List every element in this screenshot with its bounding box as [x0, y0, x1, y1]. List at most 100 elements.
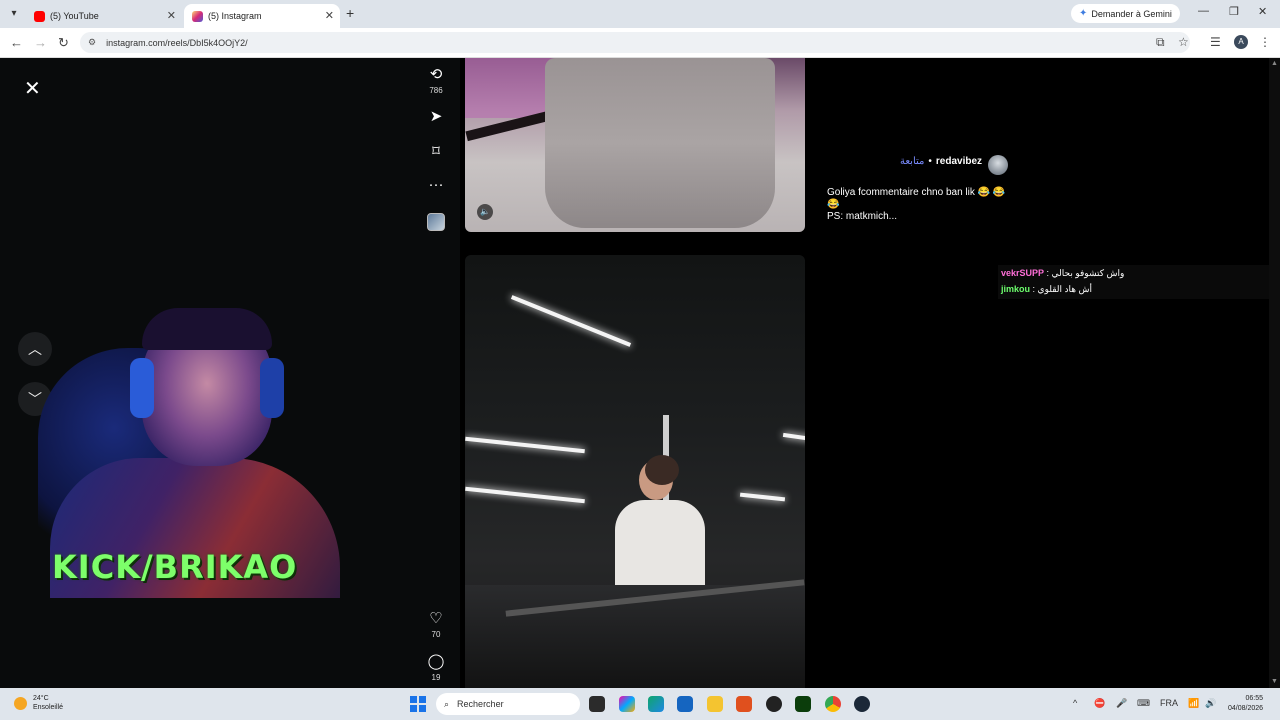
chat-username: jimkou: [1001, 284, 1031, 294]
chat-text: : واش كتشوفو بحالي: [1044, 268, 1125, 278]
tab-instagram[interactable]: (5) Instagram ✕: [184, 4, 340, 28]
browser-menu-icon[interactable]: ⋮: [1259, 35, 1271, 49]
mute-icon[interactable]: 🔈: [477, 204, 493, 220]
forward-icon[interactable]: →: [34, 35, 47, 50]
reel-background: [465, 58, 555, 118]
task-view-icon[interactable]: [589, 696, 605, 712]
caption-username[interactable]: redavibez: [936, 156, 982, 167]
ceiling-light: [465, 436, 585, 454]
tab-title: (5) YouTube: [50, 11, 99, 21]
back-icon[interactable]: ←: [10, 35, 23, 50]
minimize-icon[interactable]: —: [1198, 5, 1209, 17]
chat-message: jimkou : أش هاد القلوي: [998, 281, 1280, 297]
tray-overflow-icon[interactable]: ^: [1073, 698, 1077, 708]
chat-message: vekrSUPP : واش كتشوفو بحالي: [998, 265, 1280, 281]
caption-line[interactable]: PS: matkmich...: [827, 211, 1017, 223]
ceiling-light: [739, 492, 786, 502]
profile-avatar[interactable]: A: [1234, 35, 1248, 49]
reload-icon[interactable]: ↻: [58, 35, 69, 51]
microphone-icon[interactable]: 🎤: [1116, 698, 1127, 709]
windows-logo-pane: [410, 696, 417, 703]
headset-right: [260, 358, 284, 418]
instagram-reels-page: ✕ ︿ ﹀ KICK/BRIKAO 🔈 ⟲ 786 ➤ ⌑ ··· ♡ 70 ◯…: [0, 58, 1280, 688]
more-options-button[interactable]: ···: [422, 176, 450, 194]
avatar[interactable]: [988, 155, 1008, 175]
chrome-icon[interactable]: [825, 696, 841, 712]
gemini-icon: ✦: [1079, 8, 1088, 19]
edge-icon[interactable]: [648, 696, 664, 712]
scroll-down-arrow-icon[interactable]: ▼: [1271, 678, 1278, 685]
store-icon[interactable]: [677, 696, 693, 712]
obs-icon[interactable]: [766, 696, 782, 712]
url-field[interactable]: ⚙ instagram.com/reels/DbI5k4OOjY2/: [80, 32, 1190, 53]
copilot-icon[interactable]: [619, 696, 635, 712]
weather-desc: Ensoleillé: [33, 704, 63, 711]
follow-button[interactable]: متابعة: [900, 156, 924, 167]
share-button[interactable]: ➤: [422, 108, 450, 126]
brave-icon[interactable]: [736, 696, 752, 712]
system-clock[interactable]: 06:55 04/08/2026: [1228, 694, 1263, 714]
webcam-overlay: KICK/BRIKAO: [30, 308, 350, 598]
caption-line: 😂: [827, 199, 840, 210]
language-indicator[interactable]: FRA: [1160, 698, 1178, 708]
wifi-icon[interactable]: 📶: [1188, 698, 1199, 709]
heart-icon: ♡: [429, 610, 443, 627]
keyboard-icon[interactable]: ⌨: [1137, 698, 1150, 709]
like-button[interactable]: ♡ 70: [422, 610, 450, 639]
ceiling-light: [510, 295, 632, 347]
reel-video-current[interactable]: [465, 255, 805, 688]
page-scrollbar[interactable]: ▲ ▼: [1269, 58, 1280, 688]
reading-list-icon[interactable]: ☰: [1210, 35, 1221, 49]
bookmark-star-icon[interactable]: ☆: [1178, 35, 1189, 49]
windows-logo-pane: [419, 696, 426, 703]
gemini-button[interactable]: ✦ Demander à Gemini: [1071, 4, 1180, 23]
kick-app-icon[interactable]: [795, 696, 811, 712]
windows-taskbar: 24°C Ensoleillé ⌕ Rechercher ^ ⛔ 🎤 ⌨ FRA…: [0, 688, 1280, 720]
comment-button[interactable]: ◯ 19: [422, 653, 450, 682]
search-icon: ⌕: [444, 698, 450, 709]
clock-date: 04/08/2026: [1228, 705, 1264, 712]
audio-thumbnail[interactable]: [427, 213, 445, 231]
tab-search-menu-icon[interactable]: ▾: [6, 6, 22, 22]
window-close-icon[interactable]: ✕: [1258, 5, 1267, 18]
chat-text: : أش هاد القلوي: [1030, 284, 1092, 294]
network-off-icon[interactable]: ⛔: [1094, 698, 1105, 709]
comment-count: 19: [431, 673, 441, 682]
new-tab-button[interactable]: +: [346, 5, 354, 21]
install-app-icon[interactable]: ⧉: [1156, 35, 1165, 50]
gemini-label: Demander à Gemini: [1091, 8, 1172, 19]
repost-count: 786: [429, 86, 443, 95]
save-button[interactable]: ⌑: [422, 143, 450, 161]
reel-video-previous[interactable]: 🔈: [465, 58, 805, 232]
windows-logo-pane: [410, 705, 417, 712]
reel-actions-top: ⟲ 786: [422, 66, 450, 95]
more-icon: ···: [428, 176, 444, 193]
weather-widget[interactable]: 24°C Ensoleillé: [33, 694, 63, 712]
tab-close-icon[interactable]: ✕: [325, 9, 334, 22]
scroll-up-arrow-icon[interactable]: ▲: [1271, 60, 1278, 67]
repost-icon[interactable]: ⟲: [422, 66, 450, 84]
tab-youtube[interactable]: (5) YouTube ✕: [26, 4, 182, 28]
tab-close-icon[interactable]: ✕: [167, 9, 176, 22]
youtube-favicon-icon: [34, 10, 45, 22]
sun-icon[interactable]: [14, 697, 27, 710]
restore-icon[interactable]: ❐: [1229, 5, 1239, 18]
caption-text: Goliya fcommentaire chno ban lik 😂 😂 😂 P…: [827, 187, 1017, 223]
volume-icon[interactable]: 🔊: [1205, 698, 1216, 709]
taskbar-search[interactable]: ⌕ Rechercher: [436, 693, 580, 715]
file-explorer-icon[interactable]: [707, 696, 723, 712]
start-button[interactable]: [410, 696, 426, 712]
site-info-icon[interactable]: ⚙: [88, 37, 96, 48]
ceiling-light: [782, 432, 805, 442]
url-text: instagram.com/reels/DbI5k4OOjY2/: [106, 37, 248, 48]
comment-icon: ◯: [427, 653, 445, 670]
caption-header: متابعة • redavibez: [900, 156, 982, 167]
caption-line: Goliya fcommentaire chno ban lik 😂 😂: [827, 187, 1006, 198]
steam-icon[interactable]: [854, 696, 870, 712]
stream-chat-overlay: vekrSUPP : واش كتشوفو بحالي jimkou : أش …: [998, 265, 1280, 299]
clock-time: 06:55: [1245, 695, 1264, 702]
dot-separator: •: [928, 156, 932, 167]
close-icon[interactable]: ✕: [24, 76, 41, 101]
tab-title: (5) Instagram: [208, 11, 262, 21]
chat-username: vekrSUPP: [1001, 268, 1045, 278]
